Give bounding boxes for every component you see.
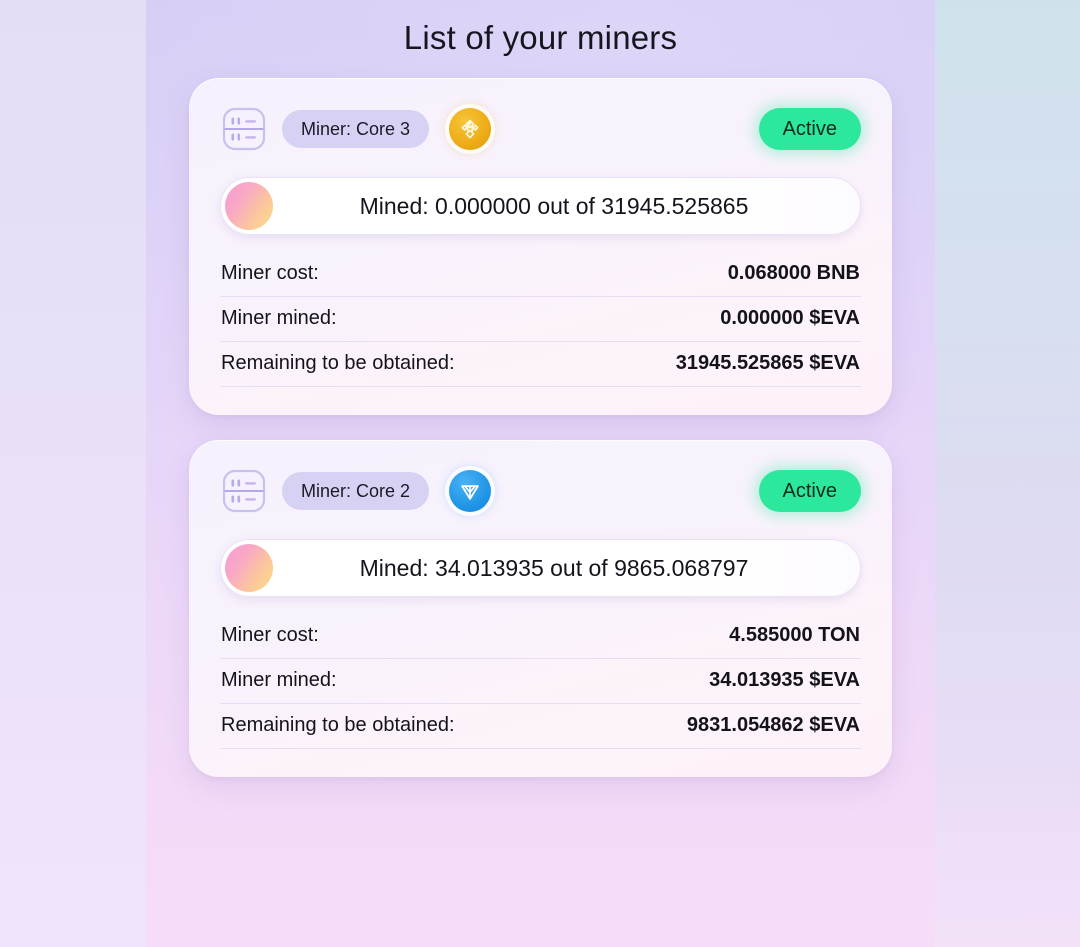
table-row: Remaining to be obtained: 31945.525865 $… — [220, 342, 861, 387]
gradient-dot-icon — [225, 182, 273, 230]
miner-detail-rows: Miner cost: 4.585000 TON Miner mined: 34… — [220, 614, 861, 749]
table-row: Miner cost: 0.068000 BNB — [220, 252, 861, 297]
detail-value: 31945.525865 $EVA — [675, 352, 860, 374]
table-row: Miner mined: 34.013935 $EVA — [220, 659, 861, 704]
miner-card-header: Miner: Core 2 Active — [220, 466, 861, 516]
status-badge: Active — [758, 108, 861, 150]
detail-label: Miner cost: — [221, 262, 319, 284]
mined-progress-bar: Mined: 0.000000 out of 31945.525865 — [220, 177, 861, 235]
detail-value: 9831.054862 $EVA — [686, 714, 860, 736]
table-row: Miner mined: 0.000000 $EVA — [220, 297, 861, 342]
detail-label: Miner mined: — [221, 307, 337, 329]
server-rack-icon — [222, 469, 266, 513]
gradient-dot-icon — [225, 544, 273, 592]
right-background-panel — [935, 0, 1080, 947]
detail-value: 0.068000 BNB — [727, 262, 860, 284]
detail-label: Miner cost: — [221, 624, 319, 646]
detail-label: Miner mined: — [221, 669, 337, 691]
page-title: List of your miners — [403, 19, 678, 56]
left-background-panel — [0, 0, 146, 947]
bnb-coin-icon — [449, 108, 492, 150]
mined-progress-bar: Mined: 34.013935 out of 9865.068797 — [220, 539, 861, 597]
detail-value: 0.000000 $EVA — [720, 307, 860, 329]
mined-summary-text: Mined: 34.013935 out of 9865.068797 — [359, 554, 749, 581]
miner-card-list: Miner: Core 3 Active Mined: 0.000000 out… — [146, 78, 935, 777]
ton-logo-glyph — [461, 485, 479, 500]
server-rack-icon — [222, 107, 266, 151]
table-row: Miner cost: 4.585000 TON — [220, 614, 861, 659]
detail-value: 34.013935 $EVA — [709, 669, 860, 691]
miner-card[interactable]: Miner: Core 2 Active Mined: 34.013935 ou… — [189, 440, 892, 777]
detail-label: Remaining to be obtained: — [221, 352, 455, 374]
miner-name-pill[interactable]: Miner: Core 2 — [282, 472, 430, 510]
main-content: List of your miners Miner: Core 3 Active… — [146, 0, 935, 947]
detail-label: Remaining to be obtained: — [221, 714, 455, 736]
status-badge: Active — [758, 470, 861, 512]
miner-card[interactable]: Miner: Core 3 Active Mined: 0.000000 out… — [189, 78, 892, 415]
miner-detail-rows: Miner cost: 0.068000 BNB Miner mined: 0.… — [220, 252, 861, 387]
miner-name-pill[interactable]: Miner: Core 3 — [282, 110, 430, 148]
table-row: Remaining to be obtained: 9831.054862 $E… — [220, 704, 861, 749]
bnb-logo-glyph — [461, 119, 479, 139]
detail-value: 4.585000 TON — [729, 624, 860, 646]
miner-card-header: Miner: Core 3 Active — [220, 104, 861, 154]
mined-summary-text: Mined: 0.000000 out of 31945.525865 — [359, 192, 749, 219]
ton-coin-icon — [449, 470, 492, 512]
